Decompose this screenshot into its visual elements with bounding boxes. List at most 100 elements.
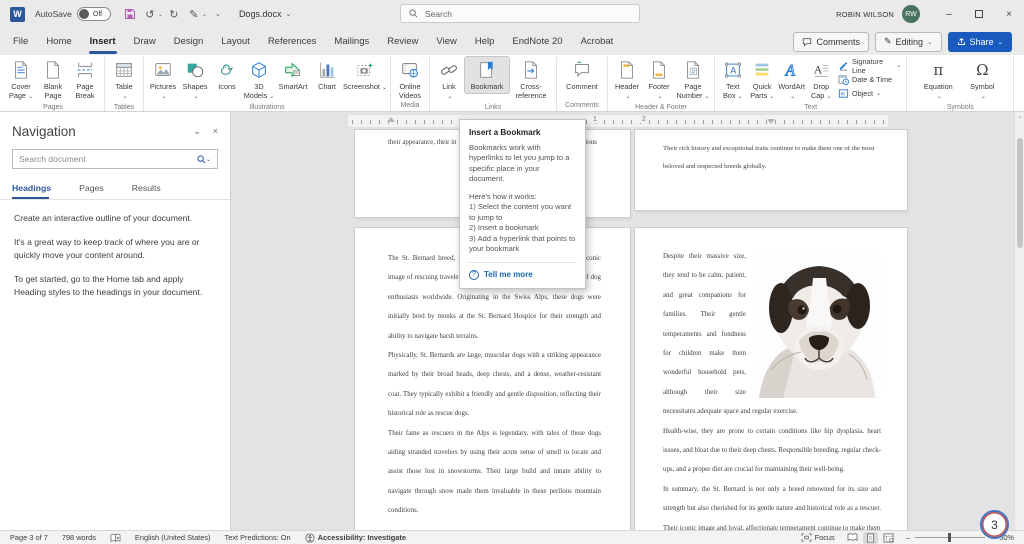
ribbon-button-page-number[interactable]: # Page Number⌄ [675,57,711,104]
search-icon [409,9,418,18]
tab-mailings[interactable]: Mailings [325,28,378,55]
ribbon-button-signature-line[interactable]: Signature Line ⌄ [838,59,901,72]
tab-references[interactable]: References [259,28,326,55]
pen-dropdown-icon[interactable]: ⌄ [202,11,207,18]
ribbon-button-3d-models[interactable]: 3D Models⌄ [243,57,275,104]
ribbon-button-shapes[interactable]: Shapes⌄ [179,57,211,104]
focus-mode-button[interactable]: Focus [801,533,835,542]
editing-mode-button[interactable]: ✎ Editing ⌄ [875,32,942,52]
tab-home[interactable]: Home [37,28,80,55]
save-icon[interactable] [121,5,139,23]
tab-insert[interactable]: Insert [81,28,125,55]
ribbon-button-table[interactable]: Table⌄ [108,57,140,104]
read-mode-icon[interactable] [845,532,860,544]
ribbon-button-screenshot[interactable]: Screenshot⌄ [343,57,387,95]
indent-marker-icon[interactable] [387,117,395,122]
scrollbar-thumb[interactable] [1017,138,1023,248]
tab-file[interactable]: File [4,28,37,55]
undo-button[interactable]: ↺ [141,5,159,23]
ribbon-button-object[interactable]: Object ⌄ [838,87,901,100]
ribbon-button-drop-cap[interactable]: A Drop Cap⌄ [806,57,835,104]
share-button[interactable]: Share ⌄ [948,32,1012,52]
language-indicator[interactable]: English (United States) [135,533,211,542]
tab-endnote[interactable]: EndNote 20 [503,28,571,55]
web-layout-icon[interactable] [881,532,896,544]
maximize-button[interactable] [964,0,994,28]
navigation-search-input[interactable]: Search document ⌄ [12,149,218,169]
tab-draw[interactable]: Draw [125,28,165,55]
st-bernard-image[interactable] [753,250,881,398]
ribbon-button-quick-parts[interactable]: Quick Parts⌄ [747,57,776,104]
minimize-button[interactable]: – [934,0,964,28]
customize-toolbar-icon[interactable]: ⌄ [209,5,227,23]
nav-tab-pages[interactable]: Pages [79,179,114,199]
ribbon-button-cross-reference[interactable]: Cross-reference [509,57,553,102]
zoom-slider-thumb[interactable] [948,533,951,542]
ribbon-button-page-break[interactable]: Page Break [69,57,101,102]
ribbon-button-header[interactable]: Header⌄ [611,57,643,104]
zoom-out-button[interactable]: – [906,533,910,542]
ribbon-button-online-videos[interactable]: Online Videos [394,57,426,102]
navigation-close-icon[interactable]: × [213,126,218,137]
tab-acrobat[interactable]: Acrobat [572,28,623,55]
ribbon-button-icons[interactable]: Icons [211,57,243,93]
navigation-options-icon[interactable]: ⌄ [193,126,201,137]
ribbon-button-blank-page[interactable]: Blank Page [37,57,69,102]
document-area[interactable]: 1 2 their appearance, their in rious The… [231,112,1024,530]
pen-button[interactable]: ✎ [185,5,203,23]
nav-tab-results[interactable]: Results [132,179,171,199]
ribbon-button-equation[interactable]: π Equation⌄ [920,57,956,104]
close-button[interactable]: × [994,0,1024,28]
zoom-slider[interactable] [915,537,985,538]
autosave-control[interactable]: AutoSave Off [35,7,111,21]
dropdown-arrow-icon: ⌄ [382,85,387,91]
collapse-ribbon-button[interactable]: ⌄ [1014,57,1024,111]
ribbon-button-chart[interactable]: Chart [311,57,343,93]
bookmark-icon [477,59,497,81]
ribbon-button-symbol[interactable]: Ω Symbol⌄ [964,57,1000,104]
ribbon-button-cover-page[interactable]: Cover Page⌄ [5,57,37,104]
undo-dropdown-icon[interactable]: ⌄ [158,11,163,18]
text-predictions-indicator[interactable]: Text Predictions: On [225,533,291,542]
tab-view[interactable]: View [427,28,465,55]
document-title[interactable]: Dogs.docx ⌄ [239,9,291,19]
paragraph: Health-wise, they are prone to certain c… [663,422,881,480]
tab-review[interactable]: Review [378,28,427,55]
page-text-fragment: their appearance, their in [388,139,457,146]
search-box[interactable]: Search [400,4,640,23]
horizontal-ruler[interactable]: 1 2 [347,114,889,128]
redo-button[interactable]: ↻ [165,5,183,23]
ribbon-button-pictures[interactable]: Pictures⌄ [147,57,179,104]
user-name[interactable]: ROBIN WILSON [836,10,894,19]
tab-design[interactable]: Design [165,28,213,55]
tab-layout[interactable]: Layout [212,28,259,55]
ribbon-button-date-time[interactable]: Date & Time [838,73,901,86]
page-indicator[interactable]: Page 3 of 7 [10,533,48,542]
svg-text:A: A [814,63,823,77]
ribbon-button-smartart[interactable]: SmartArt [275,57,311,93]
word-logo-icon[interactable]: W [10,7,25,22]
nav-tab-headings[interactable]: Headings [12,179,61,199]
avatar[interactable]: RW [902,5,920,23]
print-layout-icon[interactable] [863,532,878,544]
accessibility-status[interactable]: Accessibility: Investigate [305,533,406,543]
tab-help[interactable]: Help [466,28,504,55]
autosave-toggle[interactable]: Off [77,7,111,21]
indent-marker-icon[interactable] [767,119,775,124]
document-page-2-right[interactable]: Their rich history and exceptional trait… [635,130,907,210]
word-count[interactable]: 798 words [62,533,96,542]
ribbon-button-text-box[interactable]: A Text Box⌄ [718,57,747,104]
proofing-icon[interactable] [110,533,121,543]
document-page-4[interactable]: Despite their massive size, they tend to… [635,228,907,530]
tell-me-more-link[interactable]: ? Tell me more [469,268,577,282]
ribbon-button-comment[interactable]: Comment [560,57,604,93]
scroll-up-icon[interactable]: ⌄ [1016,112,1024,122]
ribbon-button-footer[interactable]: Footer⌄ [643,57,675,104]
vertical-scrollbar[interactable]: ⌄ [1014,112,1024,530]
search-options-dropdown-icon[interactable]: ⌄ [206,156,211,163]
comments-button[interactable]: Comments [793,32,869,52]
ribbon-button-wordart[interactable]: A WordArt⌄ [777,57,806,104]
ribbon-button-link[interactable]: Link⌄ [433,57,465,104]
search-icon[interactable] [197,155,206,164]
ribbon-button-bookmark[interactable]: Bookmark [465,57,509,93]
